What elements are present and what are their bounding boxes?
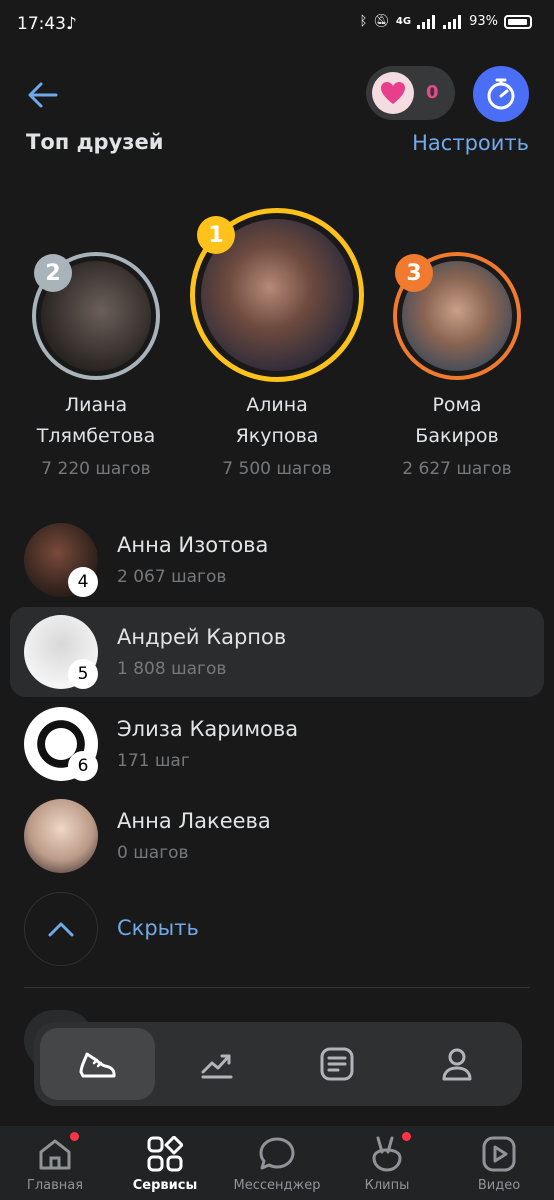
podium-steps-3: 2 627 шагов: [402, 459, 512, 479]
place-badge: 6: [68, 751, 98, 781]
home-icon: [35, 1132, 79, 1174]
friend-name: Анна Изотова: [117, 533, 269, 557]
rank-badge-1: 1: [197, 216, 235, 254]
podium-name-1: Алина Якупова: [235, 394, 319, 447]
battery-percent: 93%: [469, 14, 498, 29]
battery-icon: [504, 14, 532, 29]
stopwatch-button[interactable]: [473, 66, 529, 122]
nav-home[interactable]: Главная: [0, 1126, 110, 1200]
friend-name: Элиза Каримова: [117, 717, 299, 741]
list-item[interactable]: Анна Лакеева 0 шагов: [10, 791, 544, 881]
podium-steps-2: 7 220 шагов: [41, 459, 151, 479]
list-item[interactable]: 5 Андрей Карпов 1 808 шагов: [10, 607, 544, 697]
network-label: 4G: [395, 16, 412, 27]
nav-services-label: Сервисы: [132, 1178, 198, 1193]
nav-messenger[interactable]: Мессенджер: [222, 1126, 332, 1200]
podium-name-3: Рома Бакиров: [415, 394, 499, 447]
place-badge: 4: [68, 567, 98, 597]
friend-steps: 1 808 шагов: [117, 659, 227, 679]
bluetooth-icon: ᛒ: [359, 14, 368, 29]
podium-steps-1: 7 500 шагов: [222, 459, 332, 479]
stopwatch-icon: [487, 78, 515, 110]
nav-video[interactable]: Видео: [444, 1126, 554, 1200]
document-list-icon[interactable]: [317, 1044, 357, 1084]
clips-icon: [367, 1132, 411, 1174]
services-grid-icon: [145, 1134, 185, 1174]
status-icons: ᛒ 🔕︎ 4G 93%: [360, 14, 532, 29]
notification-dot: [402, 1132, 411, 1141]
status-time: 17:43: [17, 14, 66, 34]
back-button[interactable]: [26, 78, 60, 112]
nav-home-label: Главная: [26, 1178, 84, 1193]
divider: [24, 987, 530, 988]
place-badge: 5: [68, 659, 98, 689]
chevron-up-icon: [48, 922, 74, 937]
nav-clips-label: Клипы: [364, 1178, 410, 1193]
arrow-left-icon: [28, 82, 58, 108]
list-item[interactable]: 4 Анна Изотова 2 067 шагов: [10, 515, 544, 605]
trend-chart-icon[interactable]: [197, 1044, 237, 1084]
podium-name-2: Лиана Тлямбетова: [36, 394, 156, 447]
music-note-icon: ♪: [66, 14, 77, 34]
sneaker-icon[interactable]: [77, 1044, 117, 1084]
nav-clips[interactable]: Клипы: [332, 1126, 442, 1200]
list-item[interactable]: 6 Элиза Каримова 171 шаг: [10, 699, 544, 789]
signal-icon: [417, 14, 436, 29]
likes-count: 0: [426, 82, 439, 103]
rank-badge-3: 3: [395, 254, 433, 292]
friend-name: Анна Лакеева: [117, 809, 271, 833]
mute-bell-icon: 🔕︎: [373, 14, 390, 29]
collapse-button[interactable]: [24, 892, 98, 966]
section-title: Топ друзей: [26, 130, 164, 154]
nav-video-label: Видео: [477, 1178, 521, 1193]
signal-icon-2: [443, 14, 462, 29]
notification-dot: [70, 1132, 79, 1141]
heart-icon: [372, 72, 414, 114]
nav-messenger-label: Мессенджер: [233, 1178, 321, 1193]
avatar: [24, 799, 98, 873]
video-play-icon: [479, 1134, 519, 1174]
configure-link[interactable]: Настроить: [412, 131, 529, 155]
rank-badge-2: 2: [34, 254, 72, 292]
chat-bubble-icon: [257, 1134, 297, 1174]
friend-steps: 2 067 шагов: [117, 567, 227, 587]
friend-steps: 171 шаг: [117, 751, 190, 771]
friend-name: Андрей Карпов: [117, 625, 287, 649]
profile-icon[interactable]: [437, 1044, 477, 1084]
collapse-label[interactable]: Скрыть: [117, 916, 199, 940]
nav-services[interactable]: Сервисы: [110, 1126, 220, 1200]
friend-steps: 0 шагов: [117, 843, 189, 863]
